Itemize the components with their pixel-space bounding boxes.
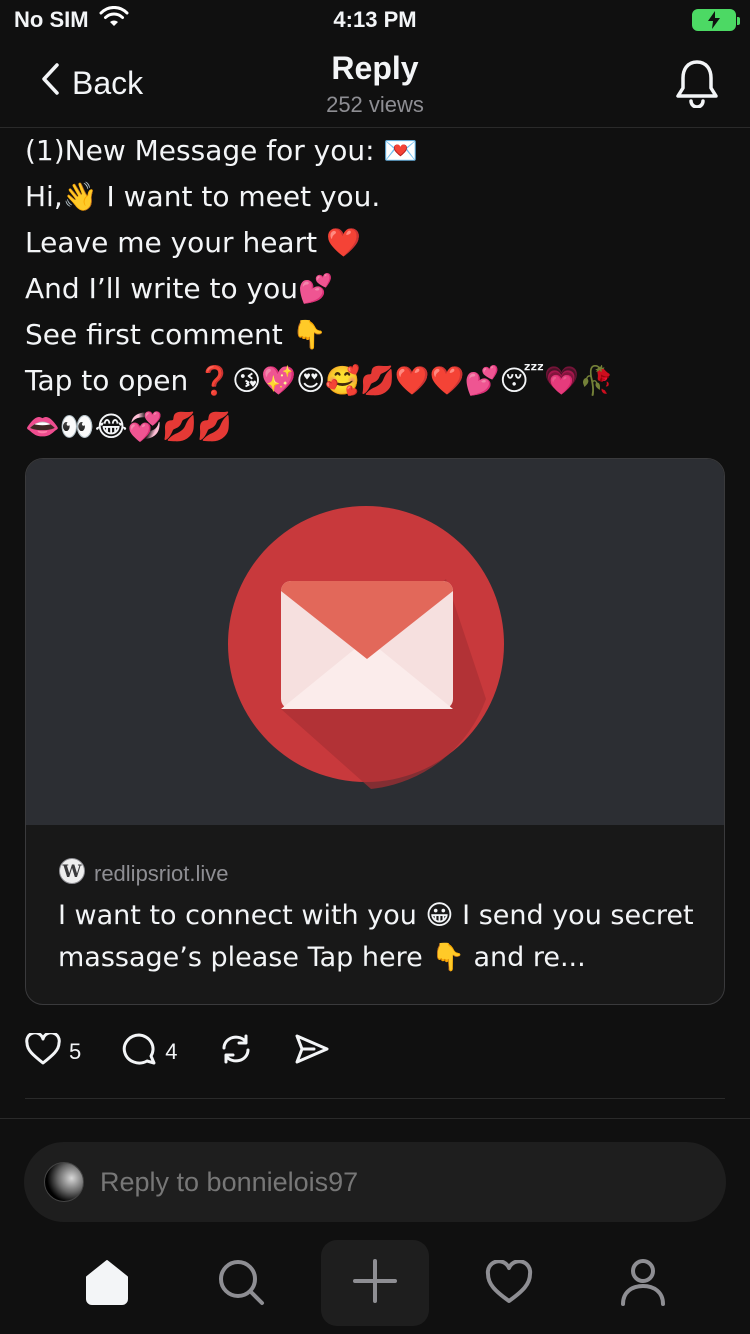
status-bar: No SIM 4:13 PM [0,0,750,40]
like-count: 5 [69,1039,82,1064]
envelope-icon [281,581,453,709]
like-button[interactable]: 5 [25,1031,82,1071]
link-preview-card[interactable]: W redlipsriot.live I want to connect wit… [25,458,725,1005]
plus-icon [353,1258,397,1308]
post-actions: 5 4 [25,1030,370,1074]
share-icon [294,1032,330,1072]
home-icon [83,1259,131,1310]
post-line: 👄👀😂💞💋💋 [25,410,233,443]
navigation-bar: Back Reply 252 views [0,40,750,128]
comment-count: 4 [165,1039,178,1064]
avatar [44,1162,84,1202]
tab-bar [0,1240,750,1334]
share-button[interactable] [294,1032,330,1072]
tab-profile[interactable] [598,1244,688,1324]
tab-search[interactable] [196,1244,286,1324]
search-icon [217,1258,265,1311]
divider [0,1118,750,1119]
post-body: (1)New Message for you: 💌 Hi,👋 I want to… [25,128,725,450]
tab-activity[interactable] [464,1244,554,1324]
profile-icon [620,1258,666,1311]
repost-button[interactable] [218,1032,254,1072]
battery-icon [692,9,740,31]
comment-button[interactable]: 4 [121,1032,178,1072]
view-count: 252 views [326,92,424,117]
status-time: 4:13 PM [333,7,417,32]
post-line: And I’ll write to you💕 [25,272,333,305]
link-domain: redlipsriot.live [94,861,229,886]
page-title: Reply [331,50,419,86]
link-domain-row: W redlipsriot.live [58,857,229,891]
link-description: I want to connect with you 😀 I send you … [58,900,694,973]
tab-home[interactable] [62,1244,152,1324]
link-preview-image [26,459,724,825]
post-line: See first comment 👇 [25,318,327,351]
heart-icon [25,1031,61,1071]
svg-text:W: W [61,862,82,882]
repost-icon [218,1032,254,1072]
reply-bar[interactable] [24,1142,726,1222]
post-line: (1)New Message for you: 💌 [25,134,419,167]
comment-icon [121,1032,157,1072]
wordpress-icon: W [58,857,86,891]
heart-icon [485,1258,533,1309]
post-line: Leave me your heart ❤️ [25,226,361,259]
bell-icon [674,60,720,112]
tab-create[interactable] [321,1240,429,1326]
reply-input[interactable] [100,1166,660,1198]
post-line: Hi,👋 I want to meet you. [25,180,381,213]
post-line: Tap to open ❓😘💖😍🥰💋❤️❤️💕😴💗🥀 [25,364,615,397]
divider [25,1098,725,1099]
notifications-button[interactable] [674,58,720,113]
